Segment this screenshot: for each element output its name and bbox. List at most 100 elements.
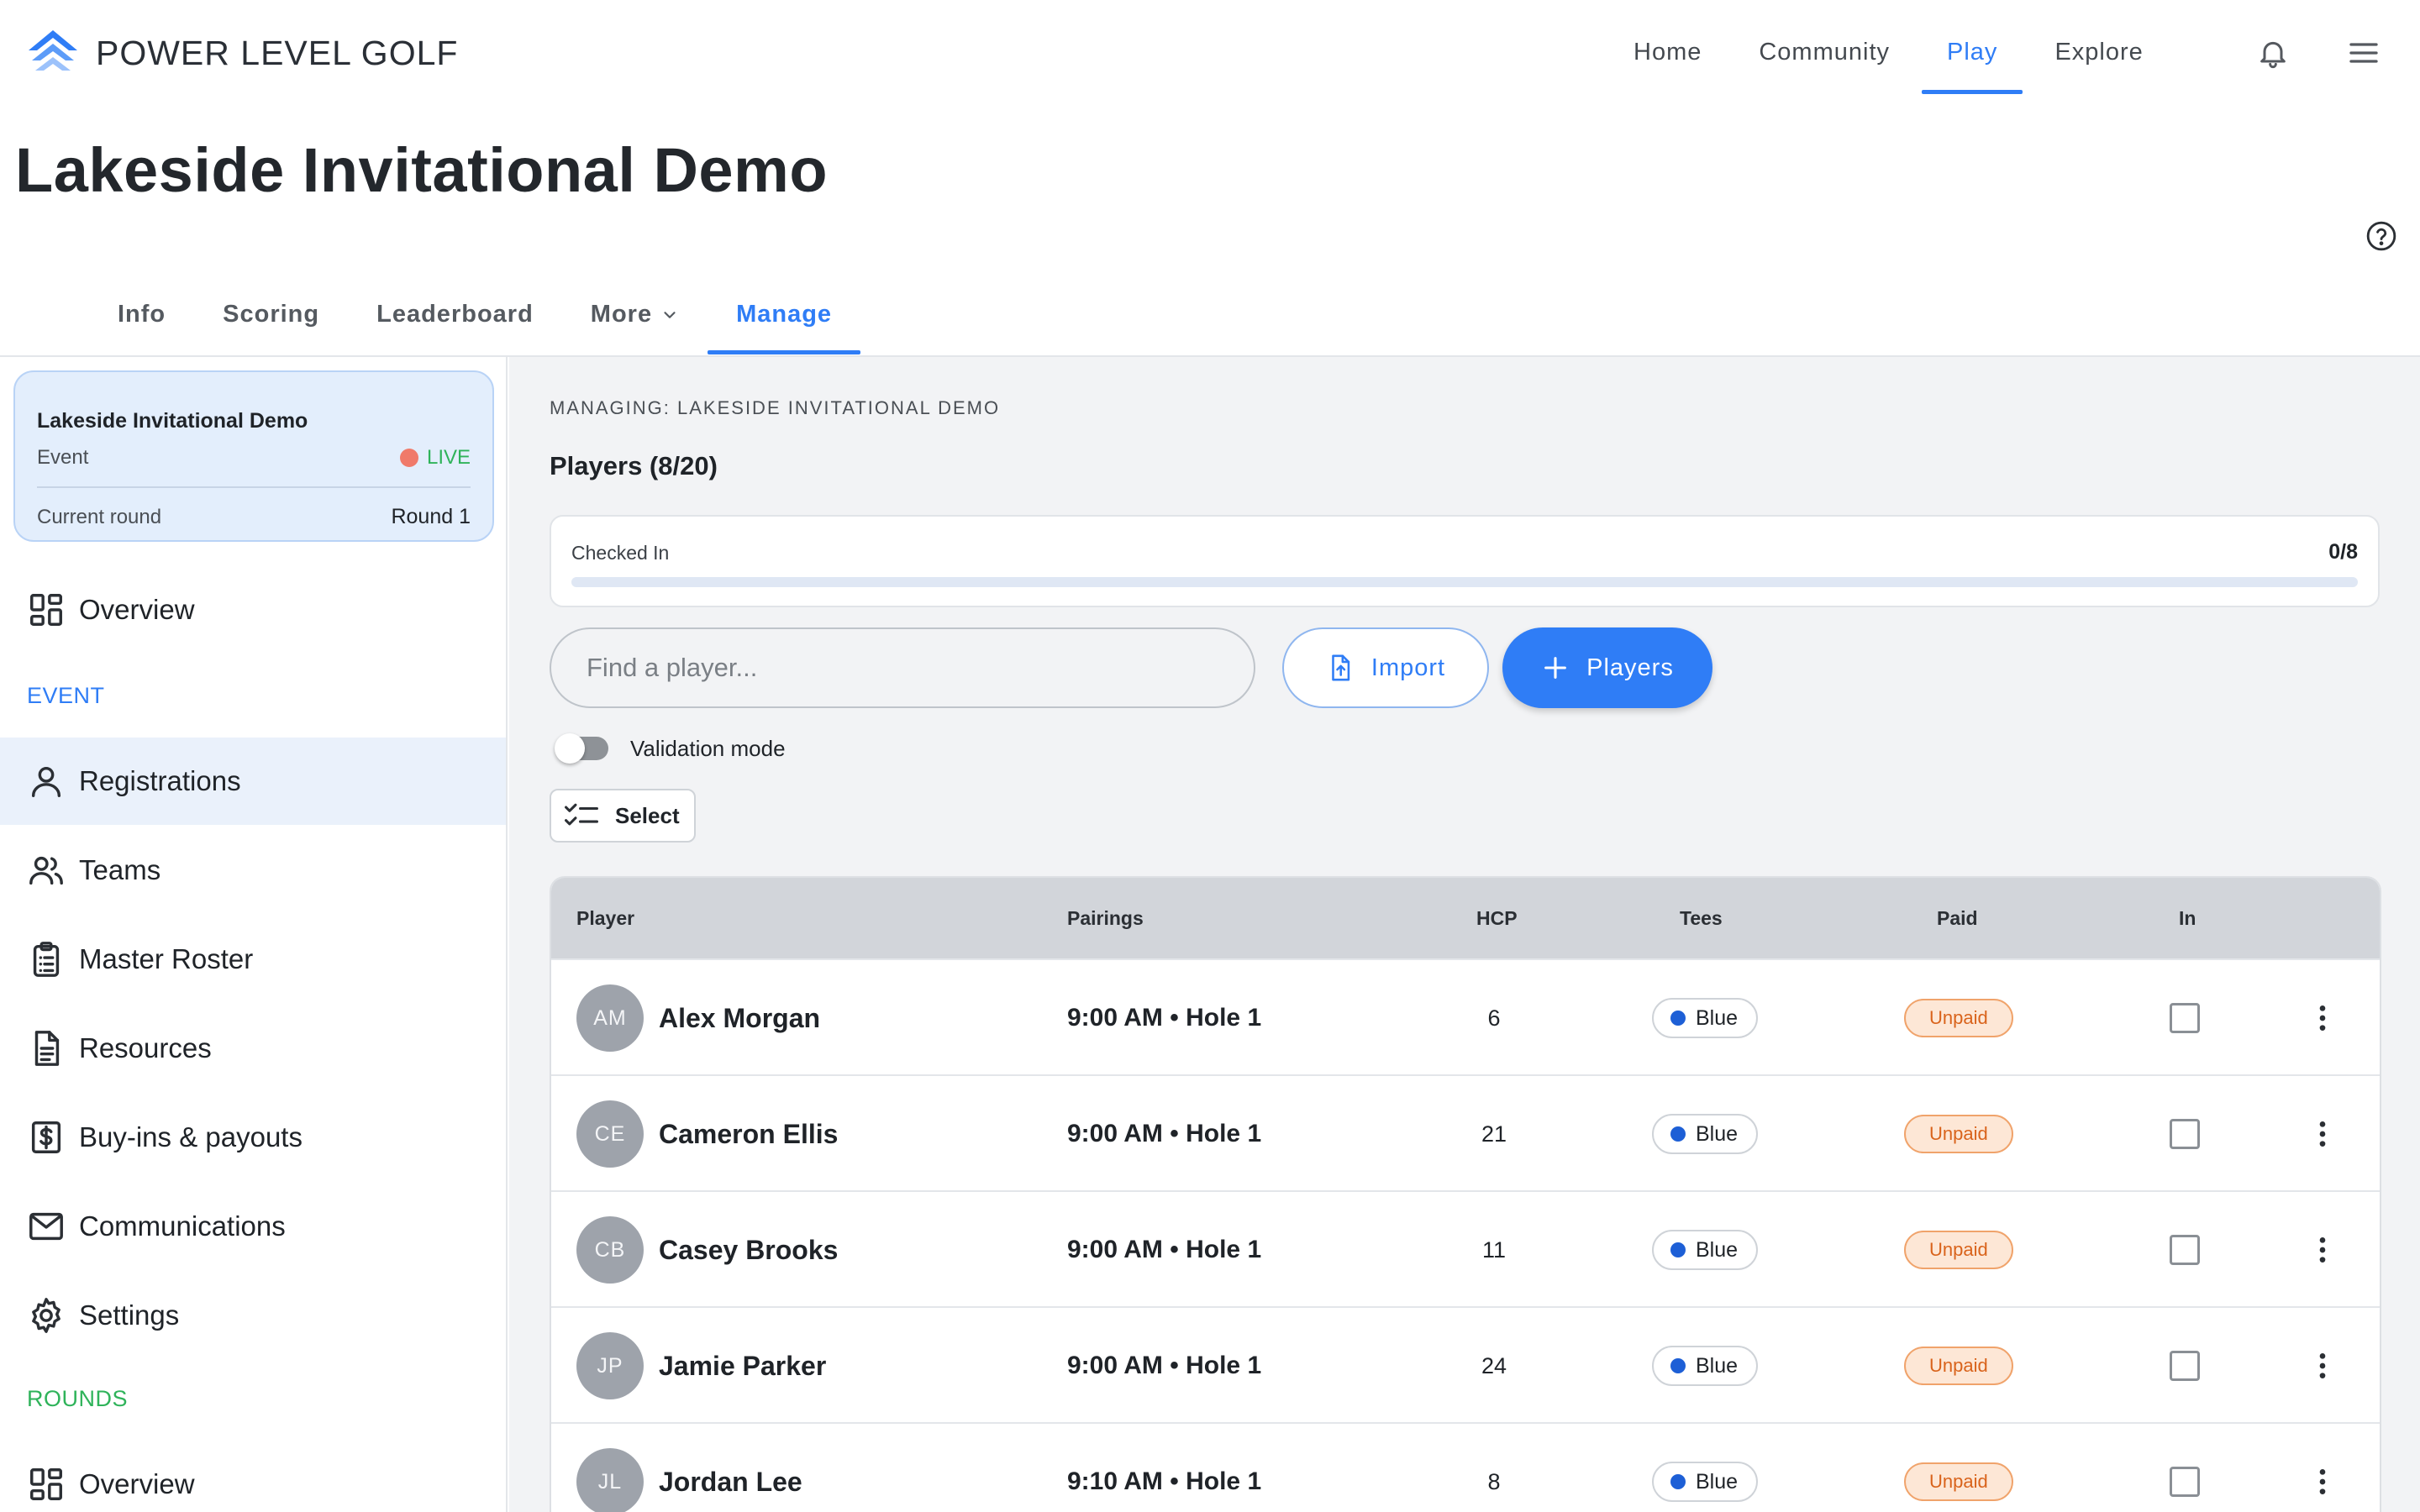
pairing-value: 9:00 AM • Hole 1 bbox=[1067, 1004, 1262, 1032]
player-name[interactable]: Alex Morgan bbox=[659, 1003, 820, 1034]
checkin-cell bbox=[2170, 1424, 2200, 1512]
checked-in-label: Checked In bbox=[571, 542, 670, 564]
checkin-checkbox[interactable] bbox=[2170, 1235, 2200, 1265]
bell-icon[interactable] bbox=[2254, 34, 2292, 72]
event-tabs: Info Scoring Leaderboard More Manage bbox=[89, 282, 861, 356]
col-hcp[interactable]: HCP bbox=[1476, 878, 1518, 958]
top-nav: Home Community Play Explore bbox=[1605, 0, 2172, 104]
nav-play[interactable]: Play bbox=[1918, 0, 2026, 104]
paid-status-badge[interactable]: Unpaid bbox=[1904, 1115, 2013, 1153]
nav-community[interactable]: Community bbox=[1730, 0, 1918, 104]
pairing-value: 9:00 AM • Hole 1 bbox=[1067, 1352, 1262, 1379]
more-vertical-icon[interactable] bbox=[2306, 1465, 2339, 1499]
document-icon bbox=[34, 1031, 60, 1066]
event-card-divider bbox=[37, 486, 471, 488]
paid-status-badge[interactable]: Unpaid bbox=[1904, 999, 2013, 1037]
sidebar-item-overview[interactable]: Overview bbox=[0, 566, 506, 654]
tee-color-dot bbox=[1670, 1126, 1686, 1142]
table-header: Player Pairings HCP Tees Paid In bbox=[551, 878, 2380, 958]
sidebar-item-label: Buy-ins & payouts bbox=[79, 1121, 302, 1152]
row-actions-cell bbox=[2306, 1076, 2339, 1192]
more-vertical-icon[interactable] bbox=[2306, 1349, 2339, 1383]
sidebar-item-teams[interactable]: Teams bbox=[0, 827, 506, 914]
checked-in-count: 0/8 bbox=[2328, 540, 2358, 564]
player-name[interactable]: Jordan Lee bbox=[659, 1467, 802, 1498]
sidebar-item-resources[interactable]: Resources bbox=[0, 1005, 506, 1092]
question-circle-icon[interactable] bbox=[2365, 220, 2397, 252]
col-player[interactable]: Player bbox=[576, 878, 634, 958]
chevron-down-icon bbox=[664, 312, 676, 318]
player-name[interactable]: Cameron Ellis bbox=[659, 1119, 838, 1150]
hcp-value: 21 bbox=[1481, 1121, 1507, 1147]
col-tees[interactable]: Tees bbox=[1680, 878, 1723, 958]
col-in[interactable]: In bbox=[2179, 878, 2196, 958]
clipboard-list-icon bbox=[33, 942, 60, 977]
dashboard-grid-icon bbox=[30, 594, 62, 626]
more-vertical-icon[interactable] bbox=[2306, 1001, 2339, 1035]
more-vertical-icon[interactable] bbox=[2306, 1233, 2339, 1267]
col-pairings[interactable]: Pairings bbox=[1067, 878, 1144, 958]
validation-mode-label: Validation mode bbox=[630, 736, 786, 761]
sidebar-item-label: Registrations bbox=[79, 765, 241, 796]
sidebar-item-label: Teams bbox=[79, 854, 161, 885]
nav-explore[interactable]: Explore bbox=[2026, 0, 2171, 104]
import-button[interactable]: Import bbox=[1282, 627, 1489, 708]
checkin-checkbox[interactable] bbox=[2170, 1467, 2200, 1497]
row-actions-cell bbox=[2306, 1192, 2339, 1308]
add-players-button[interactable]: Players bbox=[1502, 627, 1712, 708]
sidebar-item-communications[interactable]: Communications bbox=[0, 1183, 506, 1270]
table-row[interactable]: CE Cameron Ellis 9:00 AM • Hole 1 21 Blue Unp… bbox=[551, 1074, 2380, 1190]
checkin-cell bbox=[2170, 1192, 2200, 1308]
tab-more[interactable]: More bbox=[562, 282, 708, 356]
table-row[interactable]: AM Alex Morgan 9:00 AM • Hole 1 6 Blue Unpaid bbox=[551, 958, 2380, 1074]
paid-status-badge[interactable]: Unpaid bbox=[1904, 1231, 2013, 1269]
table-row[interactable]: CB Casey Brooks 9:00 AM • Hole 1 11 Blue Unpa… bbox=[551, 1190, 2380, 1306]
tee-chip[interactable]: Blue bbox=[1652, 1230, 1759, 1270]
col-paid[interactable]: Paid bbox=[1937, 878, 1978, 958]
avatar: AM bbox=[576, 984, 644, 1052]
more-vertical-icon[interactable] bbox=[2306, 1117, 2339, 1151]
tee-chip[interactable]: Blue bbox=[1652, 1114, 1759, 1154]
tee-chip[interactable]: Blue bbox=[1652, 998, 1759, 1038]
player-name[interactable]: Jamie Parker bbox=[659, 1351, 826, 1382]
row-actions-cell bbox=[2306, 1308, 2339, 1424]
paid-cell: Unpaid bbox=[1904, 1076, 2013, 1192]
person-icon bbox=[31, 766, 61, 797]
sidebar-item-registrations[interactable]: Registrations bbox=[0, 738, 506, 825]
tee-label: Blue bbox=[1696, 1121, 1739, 1146]
hamburger-menu-icon[interactable] bbox=[2344, 34, 2383, 72]
checkin-cell bbox=[2170, 1076, 2200, 1192]
sidebar-item-label: Master Roster bbox=[79, 943, 254, 974]
sidebar-item-settings[interactable]: Settings bbox=[0, 1272, 506, 1359]
tee-chip[interactable]: Blue bbox=[1652, 1346, 1759, 1386]
tee-label: Blue bbox=[1696, 1237, 1739, 1262]
select-button[interactable]: Select bbox=[550, 789, 696, 843]
checkin-checkbox[interactable] bbox=[2170, 1003, 2200, 1033]
tab-info[interactable]: Info bbox=[89, 282, 194, 356]
table-row[interactable]: JP Jamie Parker 9:00 AM • Hole 1 24 Blue Unpa… bbox=[551, 1306, 2380, 1422]
sidebar-item-buyins-payouts[interactable]: Buy-ins & payouts bbox=[0, 1094, 506, 1181]
table-row[interactable]: JL Jordan Lee 9:10 AM • Hole 1 8 Blue Unpaid bbox=[551, 1422, 2380, 1512]
player-name[interactable]: Casey Brooks bbox=[659, 1235, 838, 1266]
sidebar-item-rounds-overview[interactable]: Overview bbox=[0, 1441, 506, 1512]
tee-cell: Blue bbox=[1652, 1076, 1759, 1192]
validation-mode-toggle[interactable] bbox=[555, 733, 608, 764]
find-player-input[interactable] bbox=[550, 627, 1255, 708]
sidebar-item-master-roster[interactable]: Master Roster bbox=[0, 916, 506, 1003]
checkin-checkbox[interactable] bbox=[2170, 1351, 2200, 1381]
player-cell: CE Cameron Ellis bbox=[576, 1076, 838, 1192]
sidebar-item-label: Communications bbox=[79, 1210, 286, 1242]
tab-scoring[interactable]: Scoring bbox=[194, 282, 348, 356]
nav-home[interactable]: Home bbox=[1605, 0, 1730, 104]
players-count-heading: Players (8/20) bbox=[550, 451, 718, 480]
tee-chip[interactable]: Blue bbox=[1652, 1462, 1759, 1502]
paid-status-badge[interactable]: Unpaid bbox=[1904, 1462, 2013, 1501]
top-header: POWER LEVEL GOLF Home Community Play Exp… bbox=[0, 0, 2420, 104]
checkin-checkbox[interactable] bbox=[2170, 1119, 2200, 1149]
brand-logo[interactable]: POWER LEVEL GOLF bbox=[25, 25, 458, 81]
event-summary-card: Lakeside Invitational Demo Event LIVE Cu… bbox=[13, 370, 494, 542]
player-cell: JP Jamie Parker bbox=[576, 1308, 826, 1424]
tab-leaderboard[interactable]: Leaderboard bbox=[348, 282, 562, 356]
paid-status-badge[interactable]: Unpaid bbox=[1904, 1347, 2013, 1385]
tab-manage[interactable]: Manage bbox=[708, 282, 861, 356]
